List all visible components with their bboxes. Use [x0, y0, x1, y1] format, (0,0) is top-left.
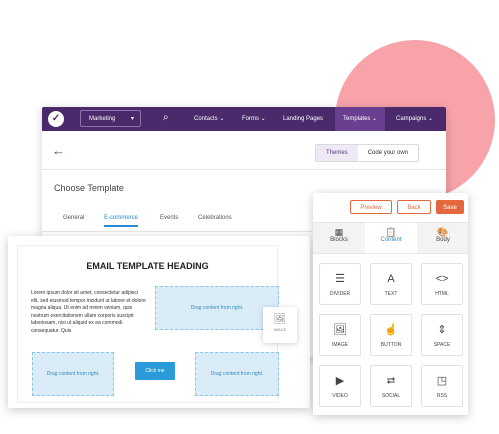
theme-toggle: Themes Code your own [315, 144, 420, 162]
tile-text[interactable]: A TEXT [370, 263, 412, 305]
nav-templates[interactable]: Templates ⌄ [335, 107, 386, 131]
grid-icon: ▦ [334, 227, 344, 237]
nav-contacts[interactable]: Contacts ⌄ [194, 107, 224, 131]
top-navigation-bar: ✓ Marketing ▾ ⌕ Contacts ⌄ Forms ⌄ Landi… [42, 107, 446, 131]
tile-html[interactable]: <> HTML [421, 263, 463, 305]
rss-icon: ◳ [436, 375, 448, 387]
pointer-hand-icon: ☝ [384, 324, 398, 336]
logo-icon[interactable]: ✓ [48, 111, 64, 127]
tile-label: DIVIDER [329, 291, 351, 297]
space-icon: ⇕ [437, 324, 447, 336]
chevron-down-icon: ▾ [130, 116, 134, 122]
email-canvas: EMAIL TEMPLATE HEADING Lorem ipsum dolor… [17, 245, 279, 403]
drop-zone-bottom-right[interactable]: Drag content from right. [195, 352, 279, 396]
tab-celebrations[interactable]: Celebrations [198, 215, 232, 221]
dragging-image-block[interactable]: 🖼 IMAGE [263, 307, 297, 343]
save-button[interactable]: Save [436, 200, 464, 214]
tile-image[interactable]: 🖼 IMAGE [319, 314, 361, 356]
tile-social[interactable]: ⮂ SOCIAL [370, 365, 412, 407]
tile-space[interactable]: ⇕ SPACE [421, 314, 463, 356]
dragging-image-label: IMAGE [273, 327, 287, 332]
palette-icon: 🎨 [437, 227, 449, 237]
themes-option[interactable]: Themes [316, 145, 358, 161]
tab-events[interactable]: Events [160, 215, 178, 221]
page-title: Choose Template [54, 183, 124, 193]
email-heading[interactable]: EMAIL TEMPLATE HEADING [18, 261, 277, 271]
drop-zone-right[interactable]: Drag content from right. [155, 286, 279, 330]
tab-body[interactable]: 🎨 Body [417, 223, 469, 253]
tile-label: HTML [435, 291, 449, 297]
tab-blocks-label: Blocks [330, 237, 348, 243]
tile-button[interactable]: ☝ BUTTON [370, 314, 412, 356]
share-icon: ⮂ [386, 375, 396, 387]
tile-label: VIDEO [332, 393, 348, 399]
tile-label: SOCIAL [381, 393, 401, 399]
drop-zone-left[interactable]: Drag content from right. [32, 352, 114, 396]
tile-label: BUTTON [380, 342, 402, 348]
tile-label: SPACE [433, 342, 451, 348]
clipboard-icon: 📋 [385, 227, 397, 237]
search-icon[interactable]: ⌕ [163, 112, 169, 124]
back-button[interactable]: Back [397, 200, 431, 214]
image-icon: 🖼 [333, 324, 347, 336]
tab-general[interactable]: General [63, 215, 84, 221]
click-me-button[interactable]: Click me [135, 362, 175, 380]
arrow-left-icon[interactable]: ← [52, 144, 65, 157]
tab-content[interactable]: 📋 Content [365, 223, 417, 253]
tab-e-commerce[interactable]: E-commerce [104, 215, 139, 227]
panel-tabs: ▦ Blocks 📋 Content 🎨 Body [313, 222, 468, 254]
nav-campaigns[interactable]: Campaigns ⌄ [396, 107, 433, 131]
tab-blocks[interactable]: ▦ Blocks [313, 223, 365, 253]
tab-body-label: Body [436, 237, 450, 243]
tile-label: IMAGE [331, 342, 349, 348]
nav-forms[interactable]: Forms ⌄ [242, 107, 266, 131]
marketing-dropdown[interactable]: Marketing ▾ [80, 110, 141, 127]
tile-divider[interactable]: ☰ DIVIDER [319, 263, 361, 305]
code-icon: <> [435, 273, 449, 285]
tab-content-label: Content [380, 237, 402, 243]
code-your-own-option[interactable]: Code your own [358, 145, 418, 161]
marketing-label: Marketing [89, 116, 116, 122]
image-icon: 🖼 [273, 314, 287, 325]
tile-rss[interactable]: ◳ RSS [421, 365, 463, 407]
divider-icon: ☰ [335, 273, 345, 285]
tile-label: TEXT [384, 291, 398, 297]
text-icon: A [387, 273, 395, 285]
play-icon: ▶ [335, 375, 345, 387]
content-panel: Preview Back Save ▦ Blocks 📋 Content 🎨 B… [313, 193, 468, 415]
tile-label: RSS [436, 393, 448, 399]
email-body-text[interactable]: Lorem ipsum dolor sit amet, consectetur … [31, 290, 147, 335]
tile-video[interactable]: ▶ VIDEO [319, 365, 361, 407]
preview-button[interactable]: Preview [350, 200, 392, 214]
nav-landing-pages[interactable]: Landing Pages [283, 107, 323, 131]
